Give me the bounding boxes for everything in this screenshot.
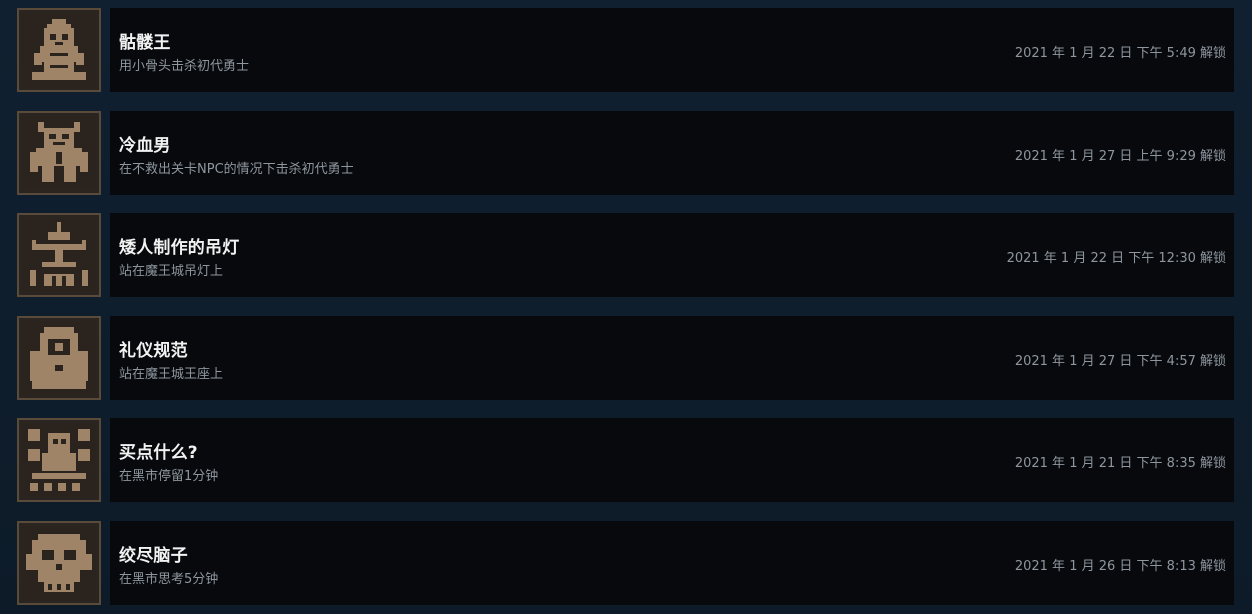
achievement-title: 买点什么? [119, 443, 198, 463]
achievement-row: 买点什么? 在黑市停留1分钟 2021 年 1 月 21 日 下午 8:35 解… [0, 418, 1252, 510]
achievement-icon-frame [17, 316, 101, 400]
achievement-description: 站在魔王城吊灯上 [119, 264, 224, 279]
achievement-icon-frame [17, 111, 101, 195]
achievement-icon-frame [17, 418, 101, 502]
achievement-description: 在不救出关卡NPC的情况下击杀初代勇士 [119, 162, 354, 177]
skeleton-king-icon [22, 13, 96, 87]
chandelier-icon [22, 218, 96, 292]
thinking-skull-icon [22, 526, 96, 600]
achievement-row: 礼仪规范 站在魔王城王座上 2021 年 1 月 27 日 下午 4:57 解锁 [0, 316, 1252, 408]
achievement-title: 冷血男 [119, 136, 171, 156]
achievement-description: 在黑市思考5分钟 [119, 572, 219, 587]
achievement-row: 冷血男 在不救出关卡NPC的情况下击杀初代勇士 2021 年 1 月 27 日 … [0, 111, 1252, 203]
throne-icon [22, 321, 96, 395]
achievement-title: 绞尽脑子 [119, 546, 188, 566]
achievement-row: 矮人制作的吊灯 站在魔王城吊灯上 2021 年 1 月 22 日 下午 12:3… [0, 213, 1252, 305]
achievement-title: 礼仪规范 [119, 341, 188, 361]
achievement-icon-frame [17, 521, 101, 605]
achievement-description: 站在魔王城王座上 [119, 367, 224, 382]
unlock-time: 2021 年 1 月 21 日 下午 8:35 解锁 [1014, 456, 1226, 471]
achievement-description: 用小骨头击杀初代勇士 [119, 59, 250, 74]
achievement-title: 骷髅王 [119, 33, 171, 53]
cold-blooded-icon [22, 116, 96, 190]
unlock-time: 2021 年 1 月 27 日 下午 4:57 解锁 [1014, 354, 1226, 369]
achievement-panel: 绞尽脑子 在黑市思考5分钟 2021 年 1 月 26 日 下午 8:13 解锁 [110, 521, 1234, 605]
achievement-panel: 矮人制作的吊灯 站在魔王城吊灯上 2021 年 1 月 22 日 下午 12:3… [110, 213, 1234, 297]
achievement-panel: 买点什么? 在黑市停留1分钟 2021 年 1 月 21 日 下午 8:35 解… [110, 418, 1234, 502]
achievement-row: 绞尽脑子 在黑市思考5分钟 2021 年 1 月 26 日 下午 8:13 解锁 [0, 521, 1252, 613]
achievement-panel: 骷髅王 用小骨头击杀初代勇士 2021 年 1 月 22 日 下午 5:49 解… [110, 8, 1234, 92]
achievement-icon-frame [17, 213, 101, 297]
unlock-time: 2021 年 1 月 22 日 下午 12:30 解锁 [1006, 251, 1226, 266]
achievement-panel: 冷血男 在不救出关卡NPC的情况下击杀初代勇士 2021 年 1 月 27 日 … [110, 111, 1234, 195]
achievement-title: 矮人制作的吊灯 [119, 238, 240, 258]
unlock-time: 2021 年 1 月 22 日 下午 5:49 解锁 [1014, 46, 1226, 61]
achievement-row: 骷髅王 用小骨头击杀初代勇士 2021 年 1 月 22 日 下午 5:49 解… [0, 8, 1252, 100]
achievement-icon-frame [17, 8, 101, 92]
achievement-list: 骷髅王 用小骨头击杀初代勇士 2021 年 1 月 22 日 下午 5:49 解… [0, 0, 1252, 614]
achievement-panel: 礼仪规范 站在魔王城王座上 2021 年 1 月 27 日 下午 4:57 解锁 [110, 316, 1234, 400]
unlock-time: 2021 年 1 月 27 日 上午 9:29 解锁 [1014, 149, 1226, 164]
black-market-icon [22, 423, 96, 497]
achievement-description: 在黑市停留1分钟 [119, 469, 219, 484]
unlock-time: 2021 年 1 月 26 日 下午 8:13 解锁 [1014, 559, 1226, 574]
